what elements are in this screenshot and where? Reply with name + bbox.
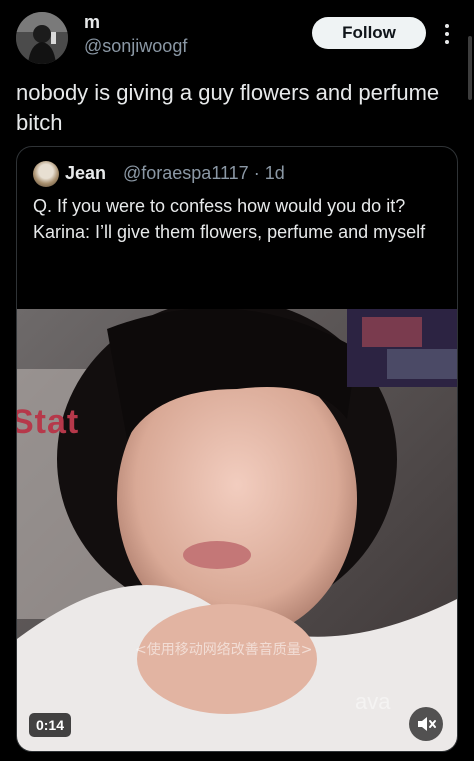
video-player[interactable]: Stat <使用移动网络改善音质量> ava 0:14 — [17, 309, 457, 751]
tweet-text: nobody is giving a guy flowers and perfu… — [16, 80, 440, 135]
quoted-avatar[interactable] — [33, 161, 59, 187]
follow-button[interactable]: Follow — [312, 17, 426, 49]
video-watermark: Stat — [17, 403, 80, 441]
user-handle[interactable]: @sonjiwoogf — [84, 36, 187, 57]
video-corner-text: ava — [355, 689, 391, 714]
more-options-icon[interactable] — [440, 20, 454, 48]
quoted-display-name[interactable]: Jean — [65, 163, 106, 184]
video-timestamp: 0:14 — [29, 713, 71, 737]
scrollbar[interactable] — [468, 36, 472, 100]
display-name[interactable]: m — [84, 12, 100, 33]
mute-button[interactable] — [409, 707, 443, 741]
quoted-handle-time: @foraespa1117 · 1d — [123, 163, 285, 183]
video-subtitle-overlay: <使用移动网络改善音质量> — [135, 642, 313, 658]
video-frame — [17, 309, 457, 751]
quoted-tweet-text: Q. If you were to confess how would you … — [33, 196, 426, 242]
speaker-muted-icon — [418, 717, 436, 731]
quoted-tweet-card[interactable]: Jean @foraespa1117 · 1d Q. If you were t… — [16, 146, 458, 752]
avatar[interactable] — [16, 12, 68, 64]
